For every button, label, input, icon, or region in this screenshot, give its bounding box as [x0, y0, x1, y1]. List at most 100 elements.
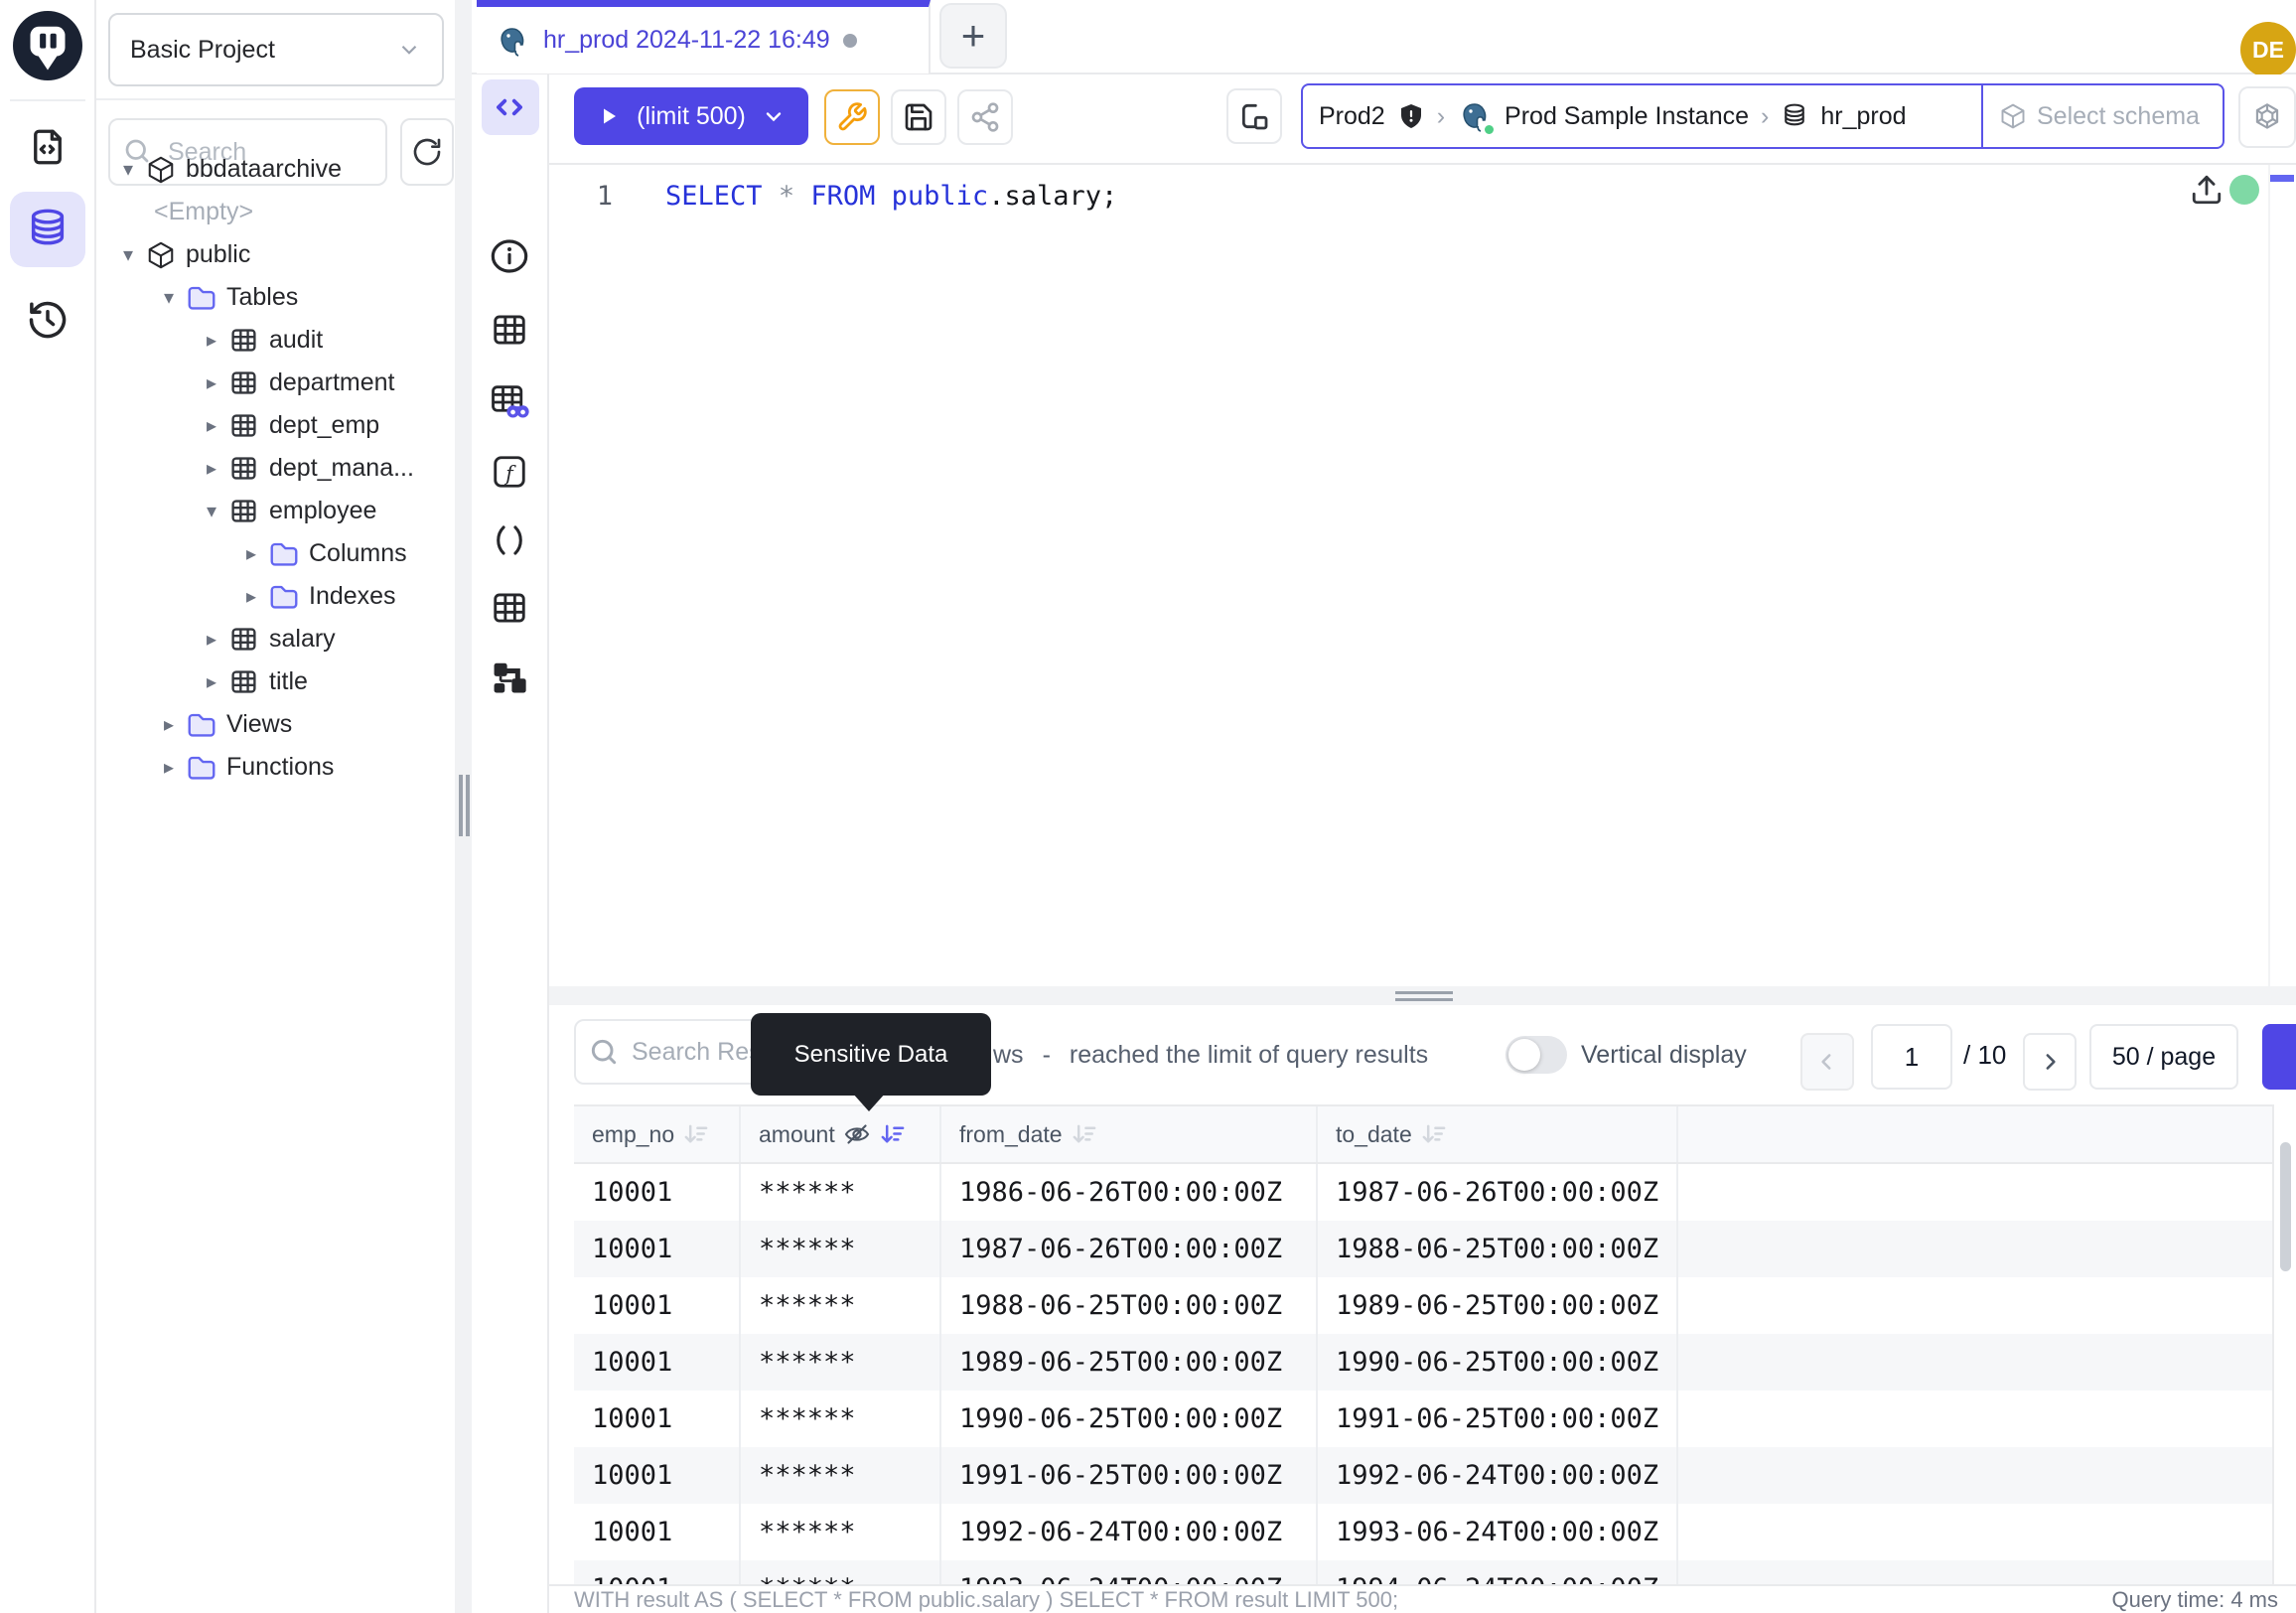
table-cell[interactable]	[1678, 1391, 2272, 1447]
external-tables-icon[interactable]	[490, 382, 529, 422]
table-cell[interactable]: 1989-06-25T00:00:00Z	[941, 1334, 1318, 1391]
table-cell[interactable]: ******	[741, 1277, 941, 1334]
table-cell[interactable]: 1993-06-24T00:00:00Z	[1318, 1504, 1678, 1560]
caret-right-icon[interactable]: ▸	[194, 669, 229, 694]
table-row[interactable]: 10001******1989-06-25T00:00:00Z1990-06-2…	[574, 1334, 2272, 1391]
project-select[interactable]: Basic Project	[108, 13, 444, 86]
tree-node[interactable]: ▸title	[96, 660, 455, 703]
caret-right-icon[interactable]: ▸	[151, 755, 187, 780]
upload-icon[interactable]	[2190, 173, 2224, 207]
table-cell[interactable]: ******	[741, 1447, 941, 1504]
database-icon[interactable]	[25, 207, 71, 252]
table-cell[interactable]: 10001	[574, 1164, 741, 1221]
tree-node[interactable]: ▾Tables	[96, 276, 455, 319]
tree-node[interactable]: ▸Columns	[96, 532, 455, 575]
table-row[interactable]: 10001******1986-06-26T00:00:00Z1987-06-2…	[574, 1164, 2272, 1221]
history-icon[interactable]	[26, 298, 70, 342]
table-cell[interactable]	[1678, 1221, 2272, 1277]
info-icon[interactable]	[490, 236, 529, 276]
column-header[interactable]	[1678, 1106, 2272, 1162]
tree-node[interactable]: ▾employee	[96, 490, 455, 532]
table-cell[interactable]: ******	[741, 1221, 941, 1277]
table-cell[interactable]: 1987-06-26T00:00:00Z	[941, 1221, 1318, 1277]
table-cell[interactable]: ******	[741, 1391, 941, 1447]
column-header[interactable]: from_date	[941, 1106, 1318, 1162]
caret-down-icon[interactable]: ▾	[194, 499, 229, 523]
tree-node[interactable]: <Empty>	[96, 191, 455, 233]
caret-right-icon[interactable]: ▸	[233, 584, 269, 609]
page-size-select[interactable]: 50 / page	[2089, 1024, 2238, 1090]
export-button[interactable]	[2262, 1024, 2296, 1090]
caret-right-icon[interactable]: ▸	[194, 627, 229, 652]
table-cell[interactable]: ******	[741, 1164, 941, 1221]
new-tab-button[interactable]: +	[939, 3, 1007, 69]
bytebase-logo[interactable]	[13, 11, 82, 80]
table-cell[interactable]: 10001	[574, 1334, 741, 1391]
table-cell[interactable]	[1678, 1560, 2272, 1586]
table-cell[interactable]	[1678, 1504, 2272, 1560]
table-cell[interactable]	[1678, 1164, 2272, 1221]
table-cell[interactable]: 1992-06-24T00:00:00Z	[941, 1504, 1318, 1560]
table-cell[interactable]: 1991-06-25T00:00:00Z	[941, 1447, 1318, 1504]
ai-assistant-button[interactable]	[2238, 86, 2296, 148]
caret-down-icon[interactable]: ▾	[110, 157, 146, 182]
sequences-icon[interactable]	[491, 589, 528, 627]
functions-icon[interactable]: f	[491, 453, 528, 491]
tab-active[interactable]: hr_prod 2024-11-22 16:49	[477, 0, 931, 73]
table-row[interactable]: 10001******1990-06-25T00:00:00Z1991-06-2…	[574, 1391, 2272, 1447]
tree-node[interactable]: ▾public	[96, 233, 455, 276]
caret-down-icon[interactable]: ▾	[110, 242, 146, 267]
tree-node[interactable]: ▸dept_mana...	[96, 447, 455, 490]
table-cell[interactable]	[1678, 1277, 2272, 1334]
tree-node[interactable]: ▸Views	[96, 703, 455, 746]
table-cell[interactable]: 1988-06-25T00:00:00Z	[1318, 1221, 1678, 1277]
table-cell[interactable]: 10001	[574, 1560, 741, 1586]
table-cell[interactable]: 1994-06-24T00:00:00Z	[1318, 1560, 1678, 1586]
table-cell[interactable]: ******	[741, 1334, 941, 1391]
schema-select[interactable]: Select schema	[1981, 85, 2223, 147]
sort-icon[interactable]	[1420, 1121, 1447, 1148]
next-page-button[interactable]	[2023, 1033, 2077, 1091]
schema-diagram-icon[interactable]	[491, 659, 528, 696]
panel-resize-handle[interactable]	[455, 0, 472, 1613]
caret-right-icon[interactable]: ▸	[194, 328, 229, 353]
sort-icon[interactable]	[1071, 1121, 1097, 1148]
tree-node[interactable]: ▸salary	[96, 618, 455, 660]
procedures-icon[interactable]	[491, 521, 528, 559]
tables-icon[interactable]	[491, 311, 528, 349]
table-cell[interactable]	[1678, 1334, 2272, 1391]
column-header[interactable]: amount	[741, 1106, 941, 1162]
column-header[interactable]: emp_no	[574, 1106, 741, 1162]
table-cell[interactable]: 1991-06-25T00:00:00Z	[1318, 1391, 1678, 1447]
tree-node[interactable]: ▸audit	[96, 319, 455, 362]
caret-right-icon[interactable]: ▸	[233, 541, 269, 566]
table-row[interactable]: 10001******1993-06-24T00:00:00Z1994-06-2…	[574, 1560, 2272, 1586]
tree-node[interactable]: ▾bbdataarchive	[96, 148, 455, 191]
sort-icon[interactable]	[682, 1121, 709, 1148]
eye-off-icon[interactable]	[843, 1120, 871, 1148]
tree-node[interactable]: ▸Functions	[96, 746, 455, 789]
caret-right-icon[interactable]: ▸	[194, 413, 229, 438]
table-cell[interactable]: 10001	[574, 1221, 741, 1277]
caret-down-icon[interactable]: ▾	[151, 285, 187, 310]
sql-editor[interactable]: 1 SELECT * FROM public.salary;	[549, 165, 2296, 986]
table-cell[interactable]: 1992-06-24T00:00:00Z	[1318, 1447, 1678, 1504]
prev-page-button[interactable]	[1800, 1033, 1854, 1091]
connection-context[interactable]: Prod2 › Prod Sample Instance › hr_prod	[1303, 85, 1981, 147]
table-scrollbar-thumb[interactable]	[2280, 1142, 2291, 1271]
sql-statement[interactable]: SELECT * FROM public.salary;	[665, 181, 1117, 212]
table-cell[interactable]: 1990-06-25T00:00:00Z	[1318, 1334, 1678, 1391]
tree-node[interactable]: ▸Indexes	[96, 575, 455, 618]
table-cell[interactable]: 1993-06-24T00:00:00Z	[941, 1560, 1318, 1586]
caret-right-icon[interactable]: ▸	[194, 456, 229, 481]
worksheets-file-code-icon[interactable]	[27, 126, 69, 168]
table-cell[interactable]: 1990-06-25T00:00:00Z	[941, 1391, 1318, 1447]
table-cell[interactable]: 10001	[574, 1504, 741, 1560]
vertical-display-toggle[interactable]	[1506, 1036, 1567, 1074]
sort-icon[interactable]	[879, 1121, 906, 1148]
table-row[interactable]: 10001******1987-06-26T00:00:00Z1988-06-2…	[574, 1221, 2272, 1277]
table-cell[interactable]: 10001	[574, 1277, 741, 1334]
save-button[interactable]	[891, 89, 946, 145]
tree-node[interactable]: ▸dept_emp	[96, 404, 455, 447]
tree-node[interactable]: ▸department	[96, 362, 455, 404]
